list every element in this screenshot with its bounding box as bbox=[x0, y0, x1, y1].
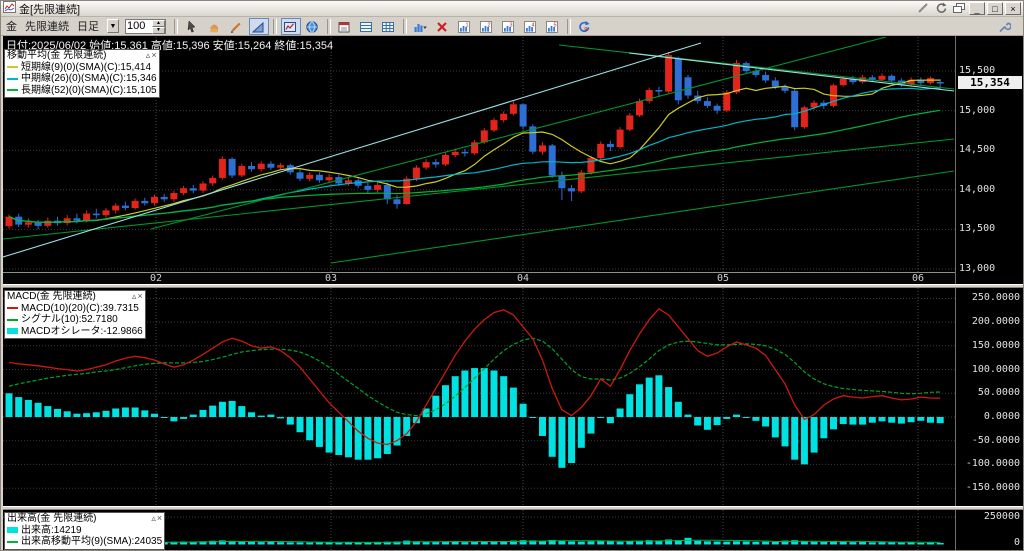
app-chart-icon bbox=[3, 1, 16, 16]
x-axis-month-label: 06 bbox=[911, 273, 925, 284]
contract-label: 先限連続 bbox=[25, 21, 69, 33]
legend-item: 短期線(9)(0)(SMA)(C):15,414 bbox=[7, 62, 157, 74]
legend-title: 出来高(金 先限連続) bbox=[7, 513, 97, 524]
pan-hand-icon[interactable] bbox=[205, 18, 225, 35]
axis-tick-label: 13,000 bbox=[959, 263, 996, 274]
legend-item: 出来高移動平均(9)(SMA):24035 bbox=[7, 536, 162, 548]
axis-tick-label: 250.0000 bbox=[971, 292, 1020, 304]
legend-item: MACD(10)(20)(C):39.7315 bbox=[7, 303, 143, 315]
toolbar-separator bbox=[327, 18, 331, 34]
toolbar-separator bbox=[273, 18, 277, 34]
ma-legend: 移動平均(金 先限連続) ▵ × 短期線(9)(0)(SMA)(C):15,414 中期… bbox=[4, 49, 160, 98]
axis-tick-label: 200.0000 bbox=[971, 316, 1020, 328]
bar-count-up-button[interactable]: ▲ bbox=[152, 19, 165, 27]
axis-tick-label: 0.0000 bbox=[983, 411, 1020, 422]
settings-wrench-icon[interactable] bbox=[995, 18, 1015, 35]
cascade-windows-icon[interactable] bbox=[951, 2, 967, 15]
legend-title: MACD(金 先限連続) bbox=[7, 291, 96, 302]
draw-pencil-icon[interactable] bbox=[227, 18, 247, 35]
axis-tick-label: -100.0000 bbox=[965, 458, 1020, 470]
x-axis-month-label: 02 bbox=[149, 273, 163, 284]
volume-legend: 出来高(金 先限連続) ▵ × 出来高:14219 出来高移動平均(9)(SMA):24… bbox=[4, 512, 166, 550]
svg-text:4: 4 bbox=[531, 22, 534, 28]
axis-tick-label: 14,500 bbox=[959, 144, 996, 156]
window-title: 金[先限連続] bbox=[19, 3, 81, 16]
legend-close-icon[interactable]: × bbox=[157, 513, 162, 525]
svg-text:5: 5 bbox=[553, 22, 556, 28]
trendline-tool-icon[interactable] bbox=[249, 17, 269, 35]
svg-text:3: 3 bbox=[509, 22, 512, 28]
axis-tick-label: -150.0000 bbox=[965, 482, 1020, 494]
symbol-label: 金 bbox=[6, 21, 17, 33]
web-info-icon[interactable] bbox=[303, 18, 323, 35]
toolbar-separator bbox=[403, 18, 407, 34]
axis-tick-label: 100.0000 bbox=[971, 363, 1020, 375]
bar-count-input[interactable] bbox=[126, 19, 152, 33]
legend-item: シグナル(10):52.7180 bbox=[7, 314, 143, 326]
titlebar[interactable]: 金[先限連続] _ □ × bbox=[1, 1, 1023, 17]
x-axis-strip: 02 03 04 05 06 bbox=[3, 272, 955, 284]
svg-text:2: 2 bbox=[487, 22, 490, 28]
axis-tick-label: 150.0000 bbox=[971, 339, 1020, 351]
legend-item: 中期線(26)(0)(SMA)(C):15,346 bbox=[7, 73, 157, 85]
axis-tick-label: 0 bbox=[1013, 537, 1020, 548]
macd-plot[interactable] bbox=[3, 288, 955, 506]
x-axis-month-label: 05 bbox=[716, 273, 730, 284]
legend-title: 移動平均(金 先限連続) bbox=[7, 50, 107, 61]
close-button[interactable]: × bbox=[1005, 2, 1021, 15]
svg-text:1: 1 bbox=[465, 22, 468, 28]
legend-item: MACDオシレータ:-12.9866 bbox=[7, 326, 143, 338]
macd-legend: MACD(金 先限連続) ▵ × MACD(10)(20)(C):39.7315 シグナ… bbox=[4, 290, 146, 339]
panel-splitter[interactable] bbox=[3, 284, 1023, 288]
legend-close-icon[interactable]: × bbox=[137, 291, 142, 303]
x-axis-month-label: 04 bbox=[516, 273, 530, 284]
chart-layout-2-icon[interactable]: 2 bbox=[477, 18, 497, 35]
toolbar-separator bbox=[567, 18, 571, 34]
panel-splitter[interactable] bbox=[3, 506, 1023, 510]
axis-tick-label: -50.0000 bbox=[971, 434, 1020, 446]
chart-region: 日付:2025/06/02 始値:15,361 高値:15,396 安値:15,… bbox=[3, 36, 1023, 550]
legend-close-icon[interactable]: × bbox=[151, 50, 156, 62]
legend-minimize-icon[interactable]: ▵ bbox=[146, 50, 151, 62]
period-dropdown-arrow[interactable]: ▼ bbox=[107, 19, 119, 33]
delete-study-icon[interactable] bbox=[433, 18, 453, 35]
refresh-icon[interactable]: 8 bbox=[575, 18, 595, 35]
bar-count-spinner: ▲ ▼ bbox=[125, 18, 166, 34]
chart-layout-3-icon[interactable]: 3 bbox=[499, 18, 519, 35]
reload-icon[interactable] bbox=[933, 2, 949, 15]
chart-layout-5-icon[interactable]: 5 bbox=[543, 18, 563, 35]
toolbar-separator bbox=[174, 18, 178, 34]
chart-layout-4-icon[interactable]: 4 bbox=[521, 18, 541, 35]
calendar-icon[interactable] bbox=[335, 18, 355, 35]
chart-mode-icon[interactable] bbox=[281, 17, 301, 35]
minimize-button[interactable]: _ bbox=[969, 2, 985, 15]
x-axis-month-label: 03 bbox=[324, 273, 338, 284]
axis-tick-label: 15,000 bbox=[959, 104, 996, 116]
legend-minimize-icon[interactable]: ▵ bbox=[151, 513, 156, 525]
legend-item: 出来高:14219 bbox=[7, 525, 162, 537]
maximize-button[interactable]: □ bbox=[987, 2, 1003, 15]
legend-item: 長期線(52)(0)(SMA)(C):15,105 bbox=[7, 85, 157, 97]
legend-minimize-icon[interactable]: ▵ bbox=[132, 291, 137, 303]
period-label: 日足 bbox=[77, 21, 99, 33]
chart-layout-1-icon[interactable]: 1 bbox=[455, 18, 475, 35]
chart-type-dropdown-icon[interactable] bbox=[411, 18, 431, 35]
axis-tick-label: 250000 bbox=[983, 511, 1020, 522]
bar-count-down-button[interactable]: ▼ bbox=[152, 26, 165, 34]
axis-tick-label: 14,000 bbox=[959, 183, 996, 195]
app-window: 金[先限連続] _ □ × 金 先限連続 日足 ▼ ▲ ▼ 1 2 3 4 5 8 bbox=[0, 0, 1024, 551]
right-price-axis: 15,500 15,000 14,500 14,000 13,500 13,000 15,3… bbox=[955, 36, 1023, 550]
current-price-tag: 15,354 bbox=[958, 76, 1022, 89]
quote-table-icon[interactable] bbox=[357, 18, 377, 35]
toolbar: 金 先限連続 日足 ▼ ▲ ▼ 1 2 3 4 5 8 bbox=[1, 17, 1023, 36]
grid-table-icon[interactable] bbox=[379, 18, 399, 35]
axis-tick-label: 13,500 bbox=[959, 223, 996, 235]
select-cursor-icon[interactable] bbox=[183, 18, 203, 35]
axis-tick-label: 50.0000 bbox=[977, 387, 1020, 399]
annotation-pen-icon[interactable] bbox=[915, 2, 931, 15]
